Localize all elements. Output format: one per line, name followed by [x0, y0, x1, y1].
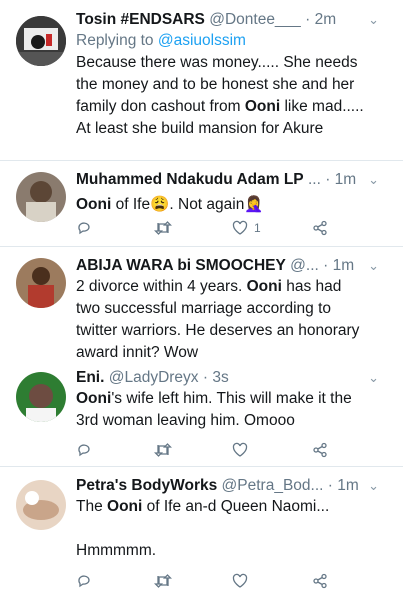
avatar-image: [16, 258, 66, 308]
display-name[interactable]: Petra's BodyWorks: [76, 477, 217, 494]
tweet-actions: [76, 440, 376, 460]
chevron-down-icon[interactable]: ⌄: [368, 476, 379, 496]
tweet-header: Eni. @LadyDreyx · 3s: [76, 368, 391, 388]
reply-icon: [78, 222, 90, 235]
share-icon: [313, 220, 327, 236]
avatar-image: [16, 480, 66, 530]
timestamp[interactable]: · 3s: [203, 369, 229, 386]
chevron-down-icon[interactable]: ⌄: [368, 368, 379, 388]
heart-icon: [232, 220, 248, 235]
like-button[interactable]: [232, 571, 248, 591]
retweet-button[interactable]: [154, 571, 172, 591]
tweet-3[interactable]: ABIJA WARA bi SMOOCHEY @... · 1m 2 divor…: [0, 256, 403, 362]
retweet-button[interactable]: [154, 440, 172, 460]
tweet-feed: Tosin #ENDSARS @Dontee___ · 2m Replying …: [0, 0, 403, 591]
avatar-image: [16, 172, 66, 222]
chevron-down-icon[interactable]: ⌄: [368, 256, 379, 276]
avatar[interactable]: [16, 16, 66, 66]
display-name[interactable]: Eni.: [76, 369, 104, 386]
timestamp[interactable]: · 2m: [305, 11, 336, 28]
tweet-actions: [76, 571, 376, 591]
tweet-header: Muhammed Ndakudu Adam LP ... · 1m: [76, 170, 391, 190]
retweet-icon: [154, 443, 172, 457]
retweet-icon: [154, 574, 172, 588]
tweet-5[interactable]: Petra's BodyWorks @Petra_Bod... · 1m The…: [0, 476, 403, 591]
tweet-text: The Ooni of Ife an-d Queen Naomi... Hmmm…: [76, 498, 330, 559]
avatar-image: [16, 16, 66, 66]
avatar[interactable]: [16, 480, 66, 530]
user-handle[interactable]: @Petra_Bod...: [222, 477, 324, 494]
reply-button[interactable]: [76, 218, 92, 238]
divider: [0, 160, 403, 161]
user-handle[interactable]: @...: [290, 257, 319, 274]
display-name[interactable]: ABIJA WARA bi SMOOCHEY: [76, 257, 286, 274]
reply-button[interactable]: [76, 440, 92, 460]
heart-icon: [232, 442, 248, 457]
avatar-image: [16, 372, 66, 422]
heart-icon: [232, 573, 248, 588]
share-button[interactable]: [312, 571, 328, 591]
avatar[interactable]: [16, 172, 66, 222]
reply-icon: [78, 444, 90, 457]
avatar[interactable]: [16, 258, 66, 308]
tweet-text: 2 divorce within 4 years. Ooni has had t…: [76, 278, 360, 361]
timestamp[interactable]: · 1m: [325, 171, 356, 188]
avatar[interactable]: [16, 372, 66, 422]
tweet-4[interactable]: Eni. @LadyDreyx · 3s Ooni's wife left hi…: [0, 368, 403, 460]
tweet-1[interactable]: Tosin #ENDSARS @Dontee___ · 2m Replying …: [0, 10, 403, 160]
tweet-2[interactable]: Muhammed Ndakudu Adam LP ... · 1m Ooni o…: [0, 170, 403, 250]
share-button[interactable]: [312, 440, 328, 460]
tweet-text: Ooni of Ife😩. Not again🤦‍♀️: [76, 196, 264, 213]
tweet-header: Tosin #ENDSARS @Dontee___ · 2m: [76, 10, 391, 30]
tweet-actions: 1: [76, 218, 376, 238]
chevron-down-icon[interactable]: ⌄: [368, 10, 379, 30]
user-handle[interactable]: @Dontee___: [209, 11, 301, 28]
tweet-text: Because there was money..... She needs t…: [76, 54, 364, 137]
like-button[interactable]: [232, 440, 248, 460]
mention-link[interactable]: @asiuolssim: [158, 32, 246, 49]
replying-to: Replying to @asiuolssim: [76, 32, 246, 49]
share-button[interactable]: [312, 218, 328, 238]
retweet-button[interactable]: [154, 218, 172, 238]
share-icon: [313, 573, 327, 589]
retweet-icon: [154, 221, 172, 235]
share-icon: [313, 442, 327, 458]
tweet-header: Petra's BodyWorks @Petra_Bod... · 1m: [76, 476, 391, 496]
reply-icon: [78, 575, 90, 588]
user-handle[interactable]: ...: [308, 171, 321, 188]
tweet-header: ABIJA WARA bi SMOOCHEY @... · 1m: [76, 256, 391, 276]
display-name[interactable]: Tosin #ENDSARS: [76, 11, 205, 28]
display-name[interactable]: Muhammed Ndakudu Adam LP: [76, 171, 304, 188]
divider: [0, 466, 403, 467]
reply-button[interactable]: [76, 571, 92, 591]
timestamp[interactable]: · 1m: [328, 477, 359, 494]
timestamp[interactable]: · 1m: [323, 257, 354, 274]
divider: [0, 246, 403, 247]
tweet-text: Ooni's wife left him. This will make it …: [76, 390, 352, 429]
user-handle[interactable]: @LadyDreyx: [109, 369, 199, 386]
like-button[interactable]: 1: [232, 218, 261, 238]
like-count: 1: [254, 221, 261, 235]
chevron-down-icon[interactable]: ⌄: [368, 170, 379, 190]
